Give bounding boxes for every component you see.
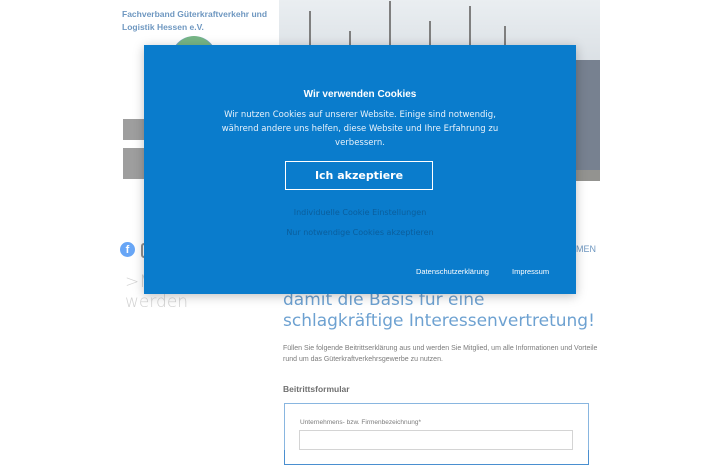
cookie-title: Wir verwenden Cookies (303, 89, 417, 100)
accept-necessary-cookies-link[interactable]: Nur notwendige Cookies akzeptieren (144, 228, 576, 237)
imprint-link[interactable]: Impressum (512, 267, 549, 276)
cookie-description: Wir nutzen Cookies auf unserer Website. … (221, 110, 499, 148)
individual-cookie-settings-link[interactable]: Individuelle Cookie Einstellungen (144, 208, 576, 217)
privacy-policy-link[interactable]: Datenschutzerklärung (416, 267, 489, 276)
cookie-dialog: Wir verwenden Cookies Wir nutzen Cookies… (144, 45, 576, 294)
accept-cookies-button[interactable]: Ich akzeptiere (285, 161, 433, 190)
